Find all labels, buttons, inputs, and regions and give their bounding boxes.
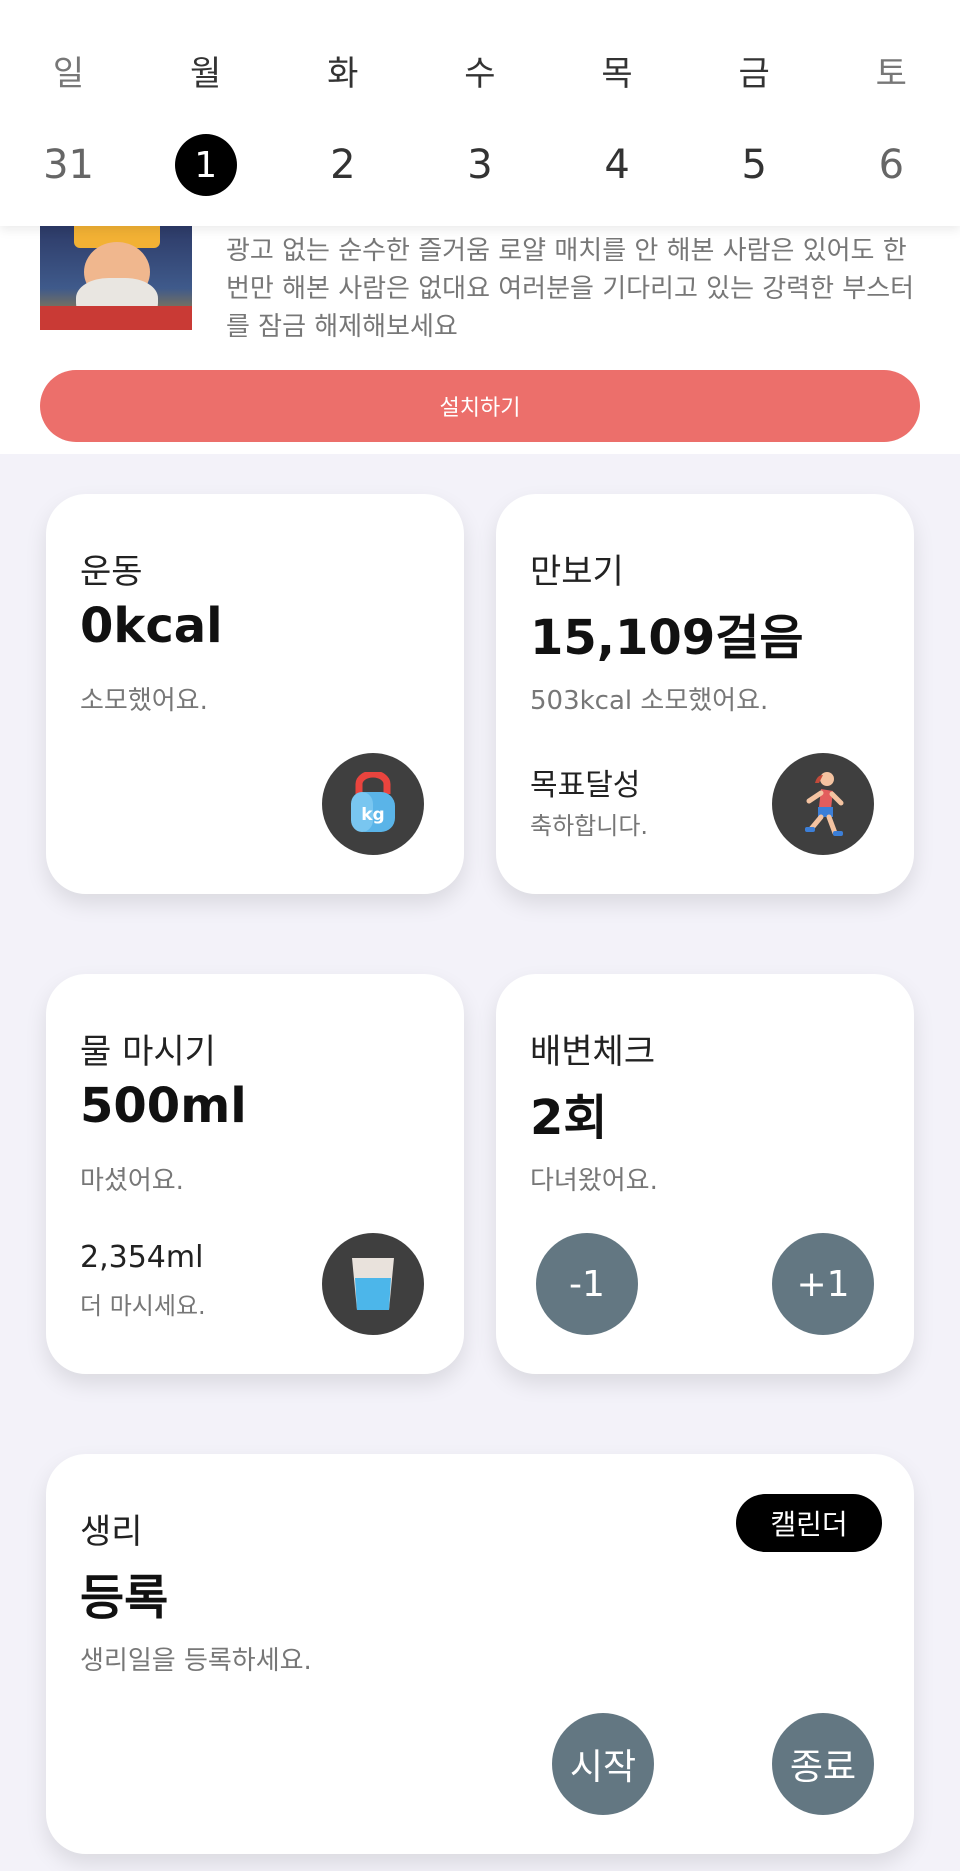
runner-icon	[805, 772, 844, 836]
weekday-names-row: 일 월 화 수 목 금 토	[0, 40, 960, 100]
water-remain-sub: 더 마시세요.	[80, 1292, 206, 1320]
pedometer-goal-sub: 축하합니다.	[530, 812, 649, 840]
water-button[interactable]	[322, 1233, 424, 1335]
water-value: 500ml	[80, 1078, 247, 1134]
water-glass-icon	[352, 1258, 394, 1310]
calendar-button[interactable]: 캘린더	[736, 1494, 882, 1552]
pedometer-card[interactable]: 만보기 15,109걸음 503kcal 소모했어요. 목표달성 축하합니다.	[496, 494, 914, 894]
pedometer-goal-title: 목표달성	[530, 768, 641, 803]
weekday-mon: 월	[190, 53, 222, 94]
date-cell[interactable]: 4	[549, 132, 686, 198]
exercise-card[interactable]: 운동 0kcal 소모했어요. kg	[46, 494, 464, 894]
bowel-title: 배변체크	[530, 1032, 656, 1072]
bowel-plus-button[interactable]: +1	[772, 1233, 874, 1335]
water-title: 물 마시기	[80, 1032, 216, 1072]
svg-text:kg: kg	[361, 805, 384, 825]
date-cell[interactable]: 5	[686, 132, 823, 198]
bowel-minus-button[interactable]: -1	[536, 1233, 638, 1335]
exercise-sub: 소모했어요.	[80, 686, 208, 716]
pedometer-button[interactable]	[772, 753, 874, 855]
water-card[interactable]: 물 마시기 500ml 마셨어요. 2,354ml 더 마시세요.	[46, 974, 464, 1374]
water-sub: 마셨어요.	[80, 1166, 184, 1196]
ad-image[interactable]	[40, 226, 192, 330]
ad-description: 광고 없는 순수한 즐거움 로얄 매치를 안 해본 사람은 있어도 한 번만 해…	[226, 236, 915, 342]
weekday-tue: 화	[327, 53, 359, 94]
period-sub: 생리일을 등록하세요.	[80, 1646, 312, 1676]
date-cell[interactable]: 6	[823, 132, 960, 198]
ad-banner: 광고 없는 순수한 즐거움 로얄 매치를 안 해본 사람은 있어도 한 번만 해…	[0, 226, 960, 454]
date-cell[interactable]: 3	[411, 132, 548, 198]
period-end-button[interactable]: 종료	[772, 1713, 874, 1815]
date-cell[interactable]: 2	[274, 132, 411, 198]
exercise-title: 운동	[80, 552, 143, 592]
period-value: 등록	[80, 1570, 169, 1626]
bowel-sub: 다녀왔어요.	[530, 1166, 658, 1196]
pedometer-sub: 503kcal 소모했어요.	[530, 686, 769, 716]
date-cell-selected[interactable]: 1	[137, 132, 274, 198]
date-cell[interactable]: 31	[0, 132, 137, 198]
weekday-sat: 토	[875, 53, 907, 94]
water-remain-value: 2,354ml	[80, 1240, 204, 1275]
weekday-fri: 금	[738, 53, 770, 94]
pedometer-value: 15,109걸음	[530, 610, 804, 666]
period-start-button[interactable]: 시작	[552, 1713, 654, 1815]
period-title: 생리	[80, 1512, 143, 1552]
week-calendar-header: 일 월 화 수 목 금 토 31 1 2 3 4 5 6	[0, 0, 960, 226]
selected-date-badge: 1	[174, 134, 237, 196]
bowel-card[interactable]: 배변체크 2회 다녀왔어요. -1 +1	[496, 974, 914, 1374]
exercise-button[interactable]: kg	[322, 753, 424, 855]
weekday-sun: 일	[52, 53, 85, 94]
install-button[interactable]: 설치하기	[40, 370, 920, 442]
pedometer-title: 만보기	[530, 552, 624, 592]
bowel-value: 2회	[530, 1090, 608, 1146]
period-card[interactable]: 생리 등록 생리일을 등록하세요. 캘린더 시작 종료	[46, 1454, 914, 1854]
weekday-wed: 수	[464, 53, 496, 94]
kettlebell-icon: kg	[351, 772, 395, 832]
weekday-thu: 목	[601, 53, 633, 94]
king-robe-shape	[40, 306, 192, 330]
exercise-value: 0kcal	[80, 598, 223, 654]
week-dates-row: 31 1 2 3 4 5 6	[0, 132, 960, 198]
